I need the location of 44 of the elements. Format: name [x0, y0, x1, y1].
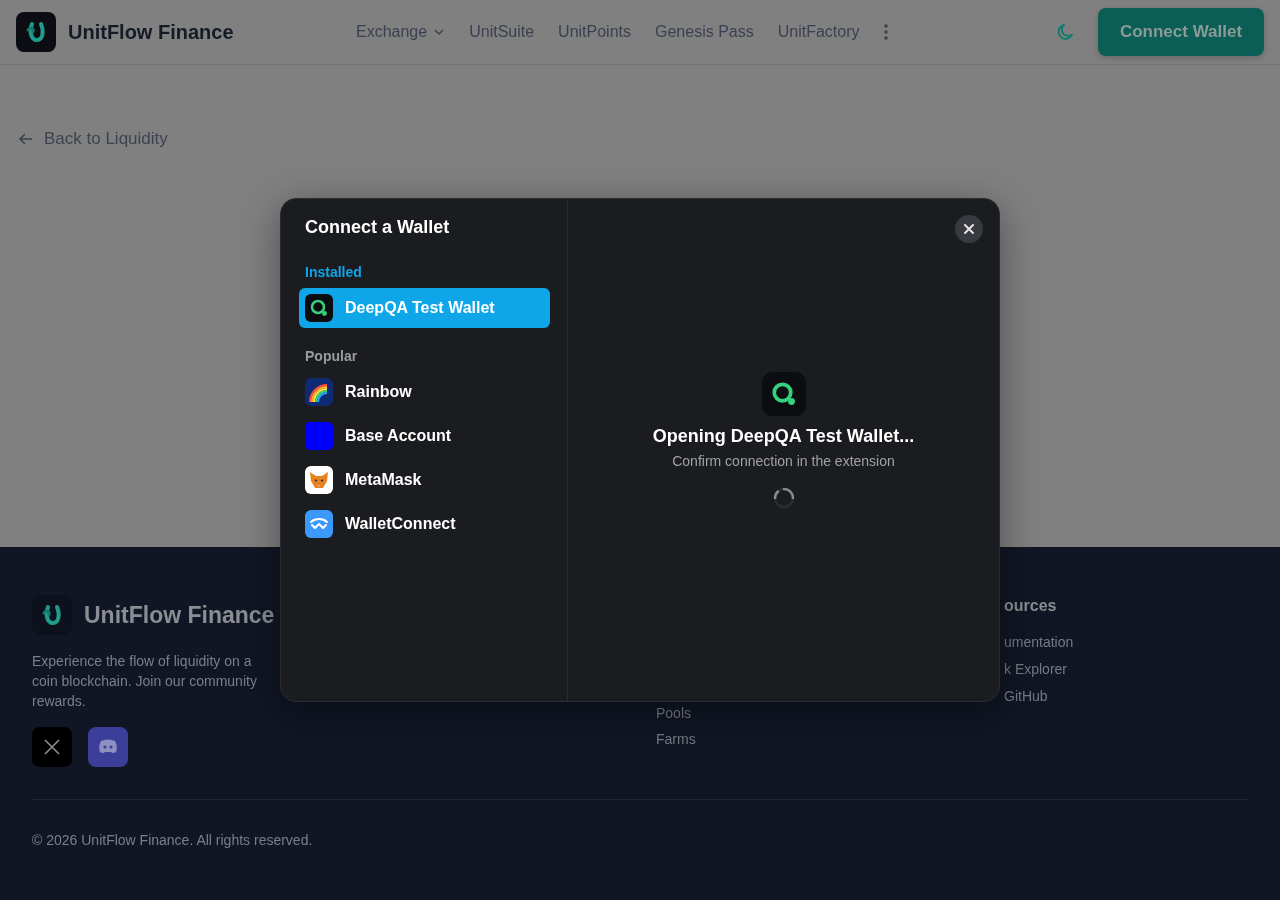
nav-link[interactable]: UnitFactory: [777, 23, 860, 41]
footer-link[interactable]: k Explorer: [1004, 661, 1068, 677]
footer-description: rewards.: [32, 692, 86, 711]
group-label: Popular: [305, 348, 358, 364]
nav-link[interactable]: Exchange: [356, 23, 446, 41]
wallet-option[interactable]: DeepQA Test Wallet: [299, 288, 550, 328]
footer-link[interactable]: umentation: [1004, 634, 1074, 650]
rainbow-icon: [305, 378, 333, 406]
status-title: Opening DeepQA Test Wallet...: [652, 425, 915, 447]
back-link[interactable]: Back to Liquidity: [18, 129, 1262, 149]
close-icon: [963, 223, 975, 235]
group-label: Installed: [305, 264, 362, 280]
square-icon: [305, 422, 333, 450]
footer-description: Experience the flow of liquidity on a: [32, 652, 252, 671]
wallet-option[interactable]: Base Account: [299, 416, 550, 456]
loading-spinner-icon: [772, 486, 795, 509]
footer-link[interactable]: GitHub: [1004, 688, 1048, 704]
game-controller-icon[interactable]: [88, 727, 128, 767]
wallet-option[interactable]: Rainbow: [299, 372, 550, 412]
footer-link[interactable]: Farms: [656, 731, 696, 747]
brand-name: UnitFlow Finance: [68, 20, 234, 44]
fox-icon: [305, 466, 333, 494]
dialog-title: Connect a Wallet: [305, 217, 451, 238]
q-logo-icon: [305, 294, 333, 322]
nav-link[interactable]: UnitSuite: [469, 23, 535, 41]
connect-wallet-button[interactable]: Connect Wallet: [1098, 8, 1264, 56]
arrow-left-icon: [18, 131, 34, 147]
footer-brand-name: UnitFlow Finance: [84, 601, 275, 629]
q-logo-icon: [761, 371, 806, 416]
footer-link[interactable]: Pools: [656, 705, 692, 721]
wave-icon: [305, 510, 333, 538]
footer-description: coin blockchain. Join our community: [32, 672, 257, 691]
nav-link[interactable]: Genesis Pass: [655, 23, 754, 41]
wallet-option[interactable]: WalletConnect: [299, 504, 550, 544]
more-icon[interactable]: [883, 24, 888, 40]
status-text: Confirm connection in the extension: [672, 452, 895, 469]
close-button[interactable]: [955, 215, 983, 243]
nav-link[interactable]: UnitPoints: [558, 23, 631, 41]
logo-icon[interactable]: [16, 12, 56, 52]
footer-heading: ources: [1004, 597, 1057, 615]
wallet-option[interactable]: MetaMask: [299, 460, 550, 500]
chevron-down-icon: [433, 26, 446, 38]
x-logo-icon[interactable]: [32, 727, 72, 767]
copyright-text: © 2026 UnitFlow Finance. All rights reserved.: [32, 832, 314, 848]
